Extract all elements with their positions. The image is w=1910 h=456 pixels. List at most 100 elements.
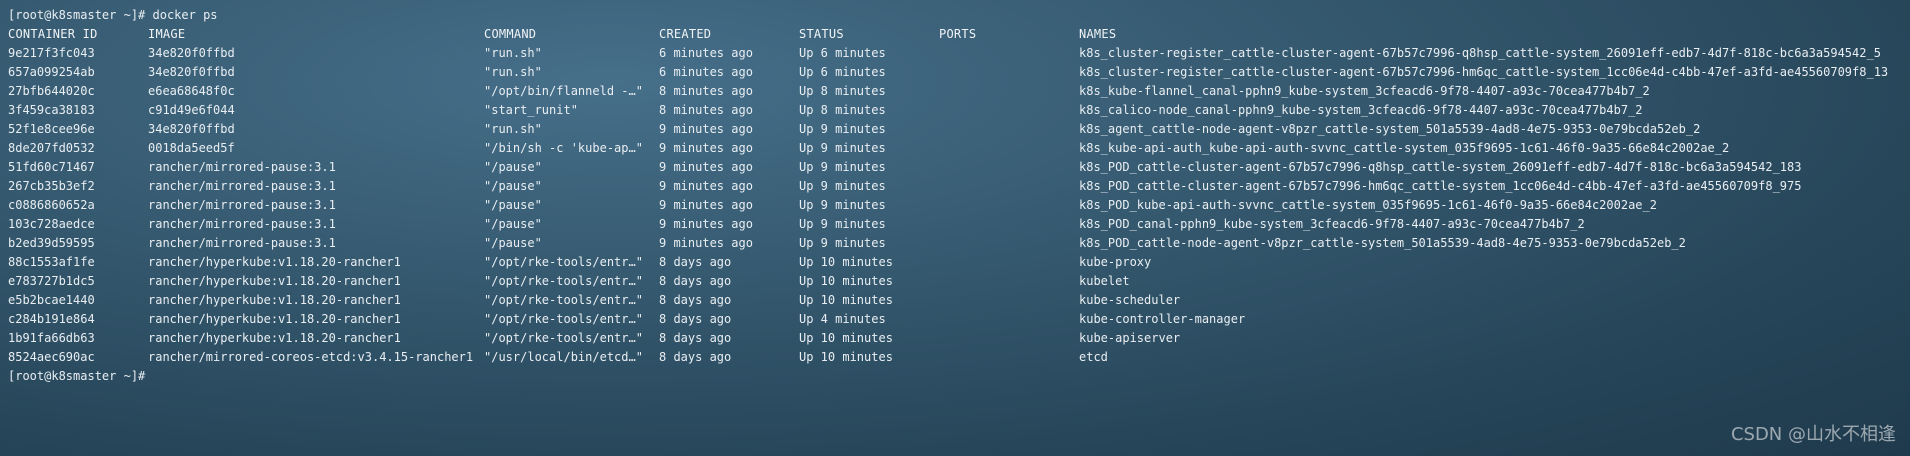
cell-container-id: c284b191e864 — [8, 312, 95, 326]
cell-names: k8s_POD_canal-pphn9_kube-system_3cfeacd6… — [1079, 217, 1585, 231]
cell-status: Up 10 minutes — [799, 350, 893, 364]
table-row: 27bfb644020c e6ea68648f0c "/opt/bin/flanne… — [8, 82, 1902, 101]
cell-container-id: 657a099254ab — [8, 65, 95, 79]
cell-status: Up 6 minutes — [799, 46, 886, 60]
cell-names: k8s_POD_cattle-cluster-agent-67b57c7996-… — [1079, 179, 1802, 193]
cell-command: "/usr/local/bin/etcd…" — [484, 350, 643, 364]
cell-image: e6ea68648f0c — [148, 84, 235, 98]
cell-command: "/bin/sh -c 'kube-ap…" — [484, 141, 643, 155]
cell-image: rancher/mirrored-pause:3.1 — [148, 160, 336, 174]
csdn-watermark: CSDN @山水不相逢 — [1730, 424, 1896, 445]
cell-created: 9 minutes ago — [659, 122, 753, 136]
cell-names: k8s_cluster-register_cattle-cluster-agen… — [1079, 46, 1881, 60]
cell-container-id: 8de207fd0532 — [8, 141, 95, 155]
cell-names: k8s_kube-flannel_canal-pphn9_kube-system… — [1079, 84, 1650, 98]
table-row: 8524aec690ac rancher/mirrored-coreos-etcd… — [8, 348, 1902, 367]
cell-container-id: 52f1e8cee96e — [8, 122, 95, 136]
cell-created: 9 minutes ago — [659, 141, 753, 155]
cell-image: rancher/mirrored-pause:3.1 — [148, 179, 336, 193]
cell-status: Up 9 minutes — [799, 236, 886, 250]
cell-command: "run.sh" — [484, 122, 542, 136]
cell-command: "run.sh" — [484, 65, 542, 79]
cell-command: "/opt/rke-tools/entr…" — [484, 274, 643, 288]
table-row: e5b2bcae1440 rancher/hyperkube:v1.18.20-r… — [8, 291, 1902, 310]
cell-created: 8 days ago — [659, 350, 732, 364]
cell-container-id: 267cb35b3ef2 — [8, 179, 95, 193]
cell-status: Up 9 minutes — [799, 198, 886, 212]
table-row: 657a099254ab 34e820f0ffbd "run.sh" 6 minute… — [8, 63, 1902, 82]
cell-command: "/pause" — [484, 179, 542, 193]
cell-container-id: 3f459ca38183 — [8, 103, 95, 117]
cell-names: k8s_POD_cattle-cluster-agent-67b57c7996-… — [1079, 160, 1802, 174]
cell-status: Up 9 minutes — [799, 160, 886, 174]
cell-image: c91d49e6f044 — [148, 103, 235, 117]
cell-created: 8 minutes ago — [659, 84, 753, 98]
cell-created: 8 days ago — [659, 331, 732, 345]
cell-status: Up 10 minutes — [799, 255, 893, 269]
cell-names: etcd — [1079, 350, 1108, 364]
table-row: 3f459ca38183 c91d49e6f044 "start_runit" 8 m… — [8, 101, 1902, 120]
cell-names: k8s_agent_cattle-node-agent-v8pzr_cattle… — [1079, 122, 1701, 136]
cell-command: "/pause" — [484, 160, 542, 174]
cell-container-id: 88c1553af1fe — [8, 255, 95, 269]
cell-created: 9 minutes ago — [659, 160, 753, 174]
header-created: CREATED — [659, 27, 712, 41]
cell-command: "/pause" — [484, 236, 542, 250]
cell-command: "start_runit" — [484, 103, 578, 117]
table-row: 51fd60c71467 rancher/mirrored-pause:3.1 "/… — [8, 158, 1902, 177]
table-row: c284b191e864 rancher/hyperkube:v1.18.20-r… — [8, 310, 1902, 329]
header-ports: PORTS — [939, 27, 977, 41]
table-row: 52f1e8cee96e 34e820f0ffbd "run.sh" 9 minute… — [8, 120, 1902, 139]
cell-created: 9 minutes ago — [659, 179, 753, 193]
cell-names: kube-controller-manager — [1079, 312, 1246, 326]
container-list: 9e217f3fc043 34e820f0ffbd "run.sh" 6 minute… — [8, 44, 1902, 367]
terminal-window[interactable]: [root@k8smaster ~]# docker ps CONTAINER … — [8, 6, 1902, 450]
table-row: e783727b1dc5 rancher/hyperkube:v1.18.20-r… — [8, 272, 1902, 291]
cell-status: Up 8 minutes — [799, 103, 886, 117]
cell-names: k8s_POD_cattle-node-agent-v8pzr_cattle-s… — [1079, 236, 1686, 250]
cell-names: k8s_cluster-register_cattle-cluster-agen… — [1079, 65, 1889, 79]
header-names: NAMES — [1079, 27, 1117, 41]
cell-status: Up 8 minutes — [799, 84, 886, 98]
cell-command: "/opt/rke-tools/entr…" — [484, 312, 643, 326]
cell-image: rancher/mirrored-coreos-etcd:v3.4.15-ran… — [148, 350, 474, 364]
cell-container-id: 27bfb644020c — [8, 84, 95, 98]
cell-command: "/opt/rke-tools/entr…" — [484, 331, 643, 345]
cell-image: rancher/mirrored-pause:3.1 — [148, 217, 336, 231]
cell-container-id: 8524aec690ac — [8, 350, 95, 364]
cell-created: 8 minutes ago — [659, 103, 753, 117]
cell-container-id: 51fd60c71467 — [8, 160, 95, 174]
cell-image: 0018da5eed5f — [148, 141, 235, 155]
cell-status: Up 9 minutes — [799, 217, 886, 231]
cell-image: rancher/hyperkube:v1.18.20-rancher1 — [148, 274, 401, 288]
table-row: 267cb35b3ef2 rancher/mirrored-pause:3.1 "/… — [8, 177, 1902, 196]
header-command: COMMAND — [484, 27, 537, 41]
cell-command: "/opt/rke-tools/entr…" — [484, 255, 643, 269]
cell-created: 8 days ago — [659, 293, 732, 307]
cell-created: 9 minutes ago — [659, 198, 753, 212]
cell-container-id: 1b91fa66db63 — [8, 331, 95, 345]
cell-container-id: e783727b1dc5 — [8, 274, 95, 288]
header-container-id: CONTAINER ID — [8, 27, 98, 41]
table-row: 9e217f3fc043 34e820f0ffbd "run.sh" 6 minute… — [8, 44, 1902, 63]
command-prompt-line: [root@k8smaster ~]# docker ps — [8, 8, 218, 22]
table-row: b2ed39d59595 rancher/mirrored-pause:3.1 "/… — [8, 234, 1902, 253]
cell-image: 34e820f0ffbd — [148, 122, 235, 136]
cell-command: "/pause" — [484, 217, 542, 231]
cell-created: 6 minutes ago — [659, 65, 753, 79]
cell-container-id: b2ed39d59595 — [8, 236, 95, 250]
cell-status: Up 9 minutes — [799, 179, 886, 193]
command-prompt-line-bottom[interactable]: [root@k8smaster ~]# — [8, 367, 1902, 386]
table-header-row: CONTAINER ID IMAGE COMMAND CREATED STATU… — [8, 25, 1902, 44]
cell-image: rancher/hyperkube:v1.18.20-rancher1 — [148, 331, 401, 345]
cell-command: "/opt/bin/flanneld -…" — [484, 84, 643, 98]
cell-command: "/pause" — [484, 198, 542, 212]
cell-image: 34e820f0ffbd — [148, 46, 235, 60]
cell-status: Up 4 minutes — [799, 312, 886, 326]
cell-container-id: e5b2bcae1440 — [8, 293, 95, 307]
cell-created: 9 minutes ago — [659, 236, 753, 250]
cell-image: rancher/mirrored-pause:3.1 — [148, 198, 336, 212]
cell-status: Up 9 minutes — [799, 122, 886, 136]
cell-image: rancher/hyperkube:v1.18.20-rancher1 — [148, 312, 401, 326]
cell-names: k8s_calico-node_canal-pphn9_kube-system_… — [1079, 103, 1643, 117]
